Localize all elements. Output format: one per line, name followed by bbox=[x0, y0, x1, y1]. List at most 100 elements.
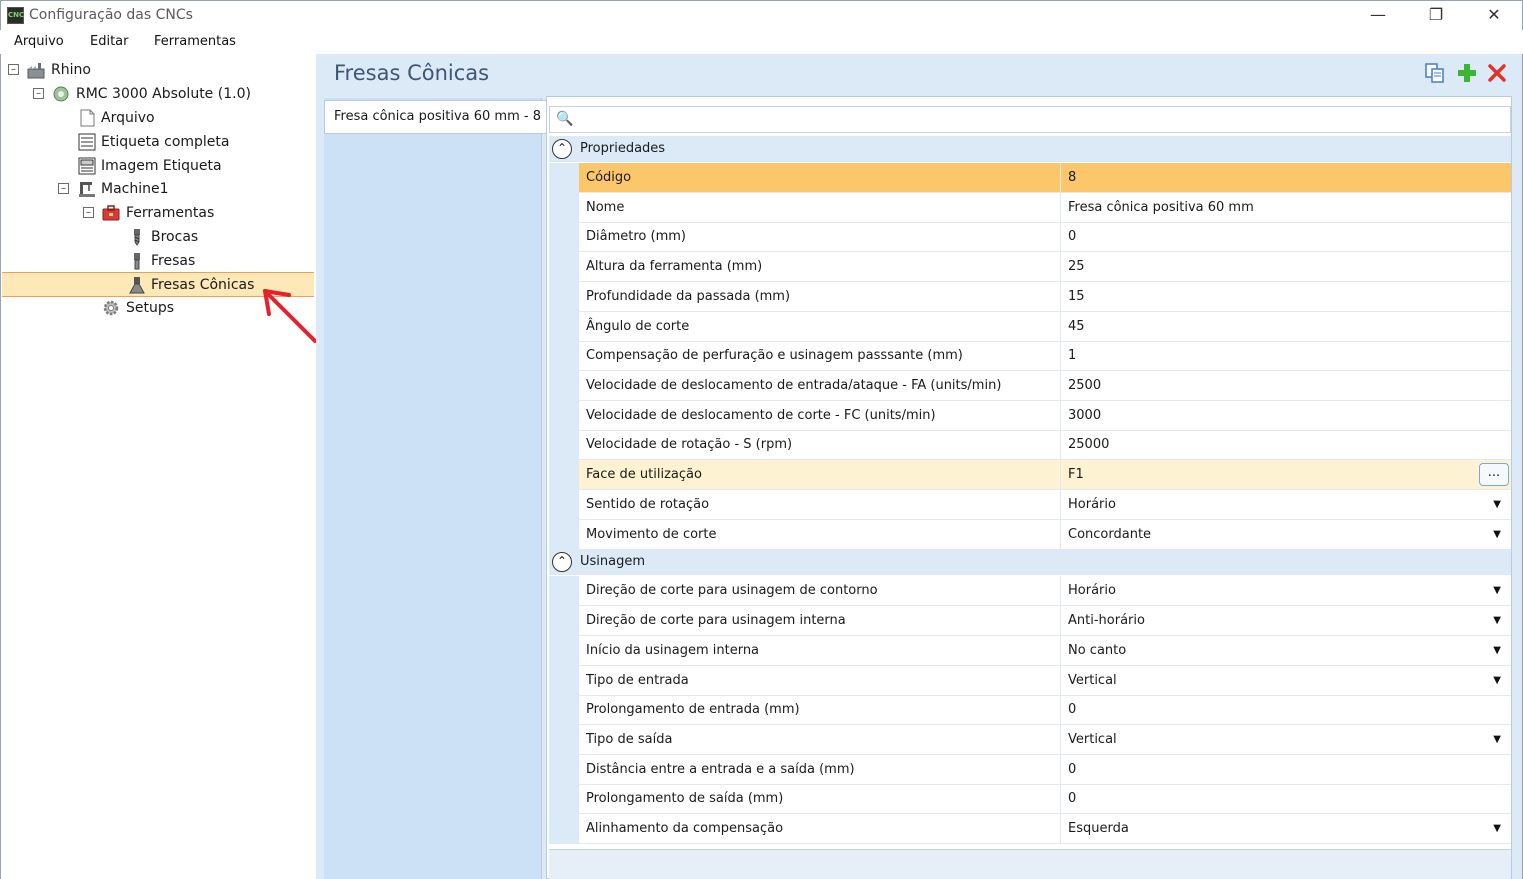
property-row[interactable]: Direção de corte para usinagem interna An… bbox=[549, 606, 1511, 637]
tree-node-rmc[interactable]: – RMC 3000 Absolute (1.0) bbox=[1, 83, 301, 105]
tree-label: Setups bbox=[126, 300, 175, 316]
delete-button[interactable] bbox=[1486, 62, 1508, 84]
property-row[interactable]: Velocidade de deslocamento de corte - FC… bbox=[549, 400, 1511, 431]
navigation-tree: – Rhino – RMC 3000 Absolute (1.0) Arquiv… bbox=[0, 54, 316, 879]
property-value[interactable]: Anti-horário ▼ bbox=[1061, 606, 1511, 635]
property-row[interactable]: Prolongamento de entrada (mm) 0 bbox=[549, 695, 1511, 726]
property-value[interactable]: 0 bbox=[1061, 695, 1511, 724]
property-value[interactable]: 0 bbox=[1061, 755, 1511, 784]
property-value[interactable]: 25 bbox=[1061, 252, 1511, 281]
minimize-button[interactable]: — bbox=[1349, 1, 1407, 31]
tree-node-arquivo[interactable]: Arquivo bbox=[1, 107, 301, 129]
tree-node-brocas[interactable]: Brocas bbox=[1, 226, 301, 248]
property-row[interactable]: Tipo de saída Vertical ▼ bbox=[549, 724, 1511, 755]
row-gutter bbox=[549, 519, 579, 550]
property-value[interactable]: 0 bbox=[1061, 222, 1511, 251]
tree-node-etiqueta-completa[interactable]: Etiqueta completa bbox=[1, 131, 301, 153]
menu-arquivo[interactable]: Arquivo bbox=[14, 34, 64, 49]
collapse-toggle[interactable]: – bbox=[83, 207, 94, 218]
property-row[interactable]: Direção de corte para usinagem de contor… bbox=[549, 576, 1511, 607]
dropdown-arrow-icon[interactable]: ▼ bbox=[1493, 636, 1501, 665]
search-icon: 🔍 bbox=[556, 111, 574, 127]
property-row[interactable]: Distância entre a entrada e a saída (mm)… bbox=[549, 754, 1511, 785]
search-bar: 🔍 bbox=[549, 106, 1511, 133]
property-value[interactable]: 1 bbox=[1061, 341, 1511, 370]
property-row[interactable]: Início da usinagem interna No canto ▼ bbox=[549, 635, 1511, 666]
property-value-text: 0 bbox=[1068, 702, 1077, 718]
property-row[interactable]: Velocidade de deslocamento de entrada/at… bbox=[549, 370, 1511, 401]
property-value[interactable]: F1... bbox=[1061, 460, 1511, 489]
row-gutter bbox=[549, 163, 579, 193]
tree-node-imagem-etiqueta[interactable]: Imagem Etiqueta bbox=[1, 155, 301, 177]
collapse-toggle[interactable]: – bbox=[58, 183, 69, 194]
dropdown-arrow-icon[interactable]: ▼ bbox=[1493, 666, 1501, 695]
tree-node-ferramentas[interactable]: – Ferramentas bbox=[1, 202, 301, 224]
list-item[interactable]: Fresa cônica positiva 60 mm - 8 bbox=[324, 100, 546, 134]
tree-label: Fresas Cônicas bbox=[151, 277, 255, 293]
property-row[interactable]: Profundidade da passada (mm) 15 bbox=[549, 281, 1511, 312]
property-value[interactable]: 15 bbox=[1061, 282, 1511, 311]
property-value[interactable]: Vertical ▼ bbox=[1061, 725, 1511, 754]
dropdown-arrow-icon[interactable]: ▼ bbox=[1493, 606, 1501, 635]
menu-editar[interactable]: Editar bbox=[90, 34, 129, 49]
property-value-text: 15 bbox=[1068, 288, 1085, 304]
property-value[interactable]: 45 bbox=[1061, 312, 1511, 341]
property-row[interactable]: Diâmetro (mm) 0 bbox=[549, 222, 1511, 253]
property-value[interactable]: Fresa cônica positiva 60 mm bbox=[1061, 193, 1511, 222]
property-value-text: 0 bbox=[1068, 761, 1077, 777]
property-value[interactable]: Horário ▼ bbox=[1061, 576, 1511, 605]
collapse-icon[interactable]: ⌃ bbox=[552, 139, 572, 159]
property-row[interactable]: Compensação de perfuração e usinagem pas… bbox=[549, 341, 1511, 372]
property-name: Altura da ferramenta (mm) bbox=[579, 252, 1061, 282]
property-value[interactable]: Esquerda ▼ bbox=[1061, 814, 1511, 843]
property-value[interactable]: Horário ▼ bbox=[1061, 490, 1511, 519]
menu-ferramentas[interactable]: Ferramentas bbox=[154, 34, 236, 49]
collapse-toggle[interactable]: – bbox=[8, 64, 19, 75]
tree-node-machine1[interactable]: – Machine1 bbox=[1, 178, 301, 200]
row-gutter bbox=[549, 576, 579, 607]
property-value[interactable]: No canto ▼ bbox=[1061, 636, 1511, 665]
property-row[interactable]: Alinhamento da compensação Esquerda ▼ bbox=[549, 814, 1511, 844]
label-image-icon bbox=[78, 157, 96, 175]
property-row[interactable]: Face de utilização F1... bbox=[549, 460, 1511, 490]
ellipsis-button[interactable]: ... bbox=[1479, 463, 1509, 486]
property-row[interactable]: Código 8 bbox=[549, 163, 1511, 193]
title-bar: CNC Configuração das CNCs — ❐ ✕ bbox=[0, 0, 1523, 30]
property-row[interactable]: Velocidade de rotação - S (rpm) 25000 bbox=[549, 430, 1511, 461]
property-value[interactable]: 25000 bbox=[1061, 430, 1511, 459]
dropdown-arrow-icon[interactable]: ▼ bbox=[1493, 520, 1501, 549]
collapse-toggle[interactable]: – bbox=[33, 88, 44, 99]
property-name: Face de utilização bbox=[579, 460, 1061, 489]
collapse-icon[interactable]: ⌃ bbox=[552, 552, 572, 573]
property-row[interactable]: Altura da ferramenta (mm) 25 bbox=[549, 252, 1511, 283]
tree-node-rhino[interactable]: – Rhino bbox=[1, 59, 301, 81]
property-row[interactable]: Ângulo de corte 45 bbox=[549, 311, 1511, 342]
copy-button[interactable] bbox=[1424, 62, 1446, 84]
document-icon bbox=[80, 109, 95, 127]
property-value[interactable]: 0 bbox=[1061, 784, 1511, 813]
dropdown-arrow-icon[interactable]: ▼ bbox=[1493, 814, 1501, 843]
dropdown-arrow-icon[interactable]: ▼ bbox=[1493, 490, 1501, 519]
restore-button[interactable]: ❐ bbox=[1407, 1, 1465, 31]
property-value[interactable]: 3000 bbox=[1061, 401, 1511, 430]
property-row[interactable]: Movimento de corte Concordante ▼ bbox=[549, 519, 1511, 550]
dropdown-arrow-icon[interactable]: ▼ bbox=[1493, 725, 1501, 754]
property-row[interactable]: Prolongamento de saída (mm) 0 bbox=[549, 784, 1511, 815]
add-button[interactable] bbox=[1456, 62, 1478, 84]
delete-icon bbox=[1488, 64, 1506, 82]
property-value[interactable]: Vertical ▼ bbox=[1061, 666, 1511, 695]
property-grid-panel: 🔍 ⌃ Propriedades Código 8 Nome Fresa cônica p… bbox=[546, 96, 1512, 879]
dropdown-arrow-icon[interactable]: ▼ bbox=[1493, 576, 1501, 605]
close-button[interactable]: ✕ bbox=[1465, 1, 1523, 31]
property-value[interactable]: 8 bbox=[1061, 163, 1511, 192]
property-value[interactable]: Concordante ▼ bbox=[1061, 520, 1511, 549]
property-row[interactable]: Tipo de entrada Vertical ▼ bbox=[549, 665, 1511, 696]
annotation-arrow-icon bbox=[263, 289, 317, 343]
search-input[interactable] bbox=[576, 109, 1496, 130]
property-name: Velocidade de deslocamento de entrada/at… bbox=[579, 370, 1061, 400]
tree-node-fresas[interactable]: Fresas bbox=[1, 250, 301, 272]
property-value[interactable]: 2500 bbox=[1061, 371, 1511, 400]
property-row[interactable]: Sentido de rotação Horário ▼ bbox=[549, 490, 1511, 520]
property-value-text: Vertical bbox=[1068, 731, 1117, 747]
property-row[interactable]: Nome Fresa cônica positiva 60 mm bbox=[549, 192, 1511, 223]
